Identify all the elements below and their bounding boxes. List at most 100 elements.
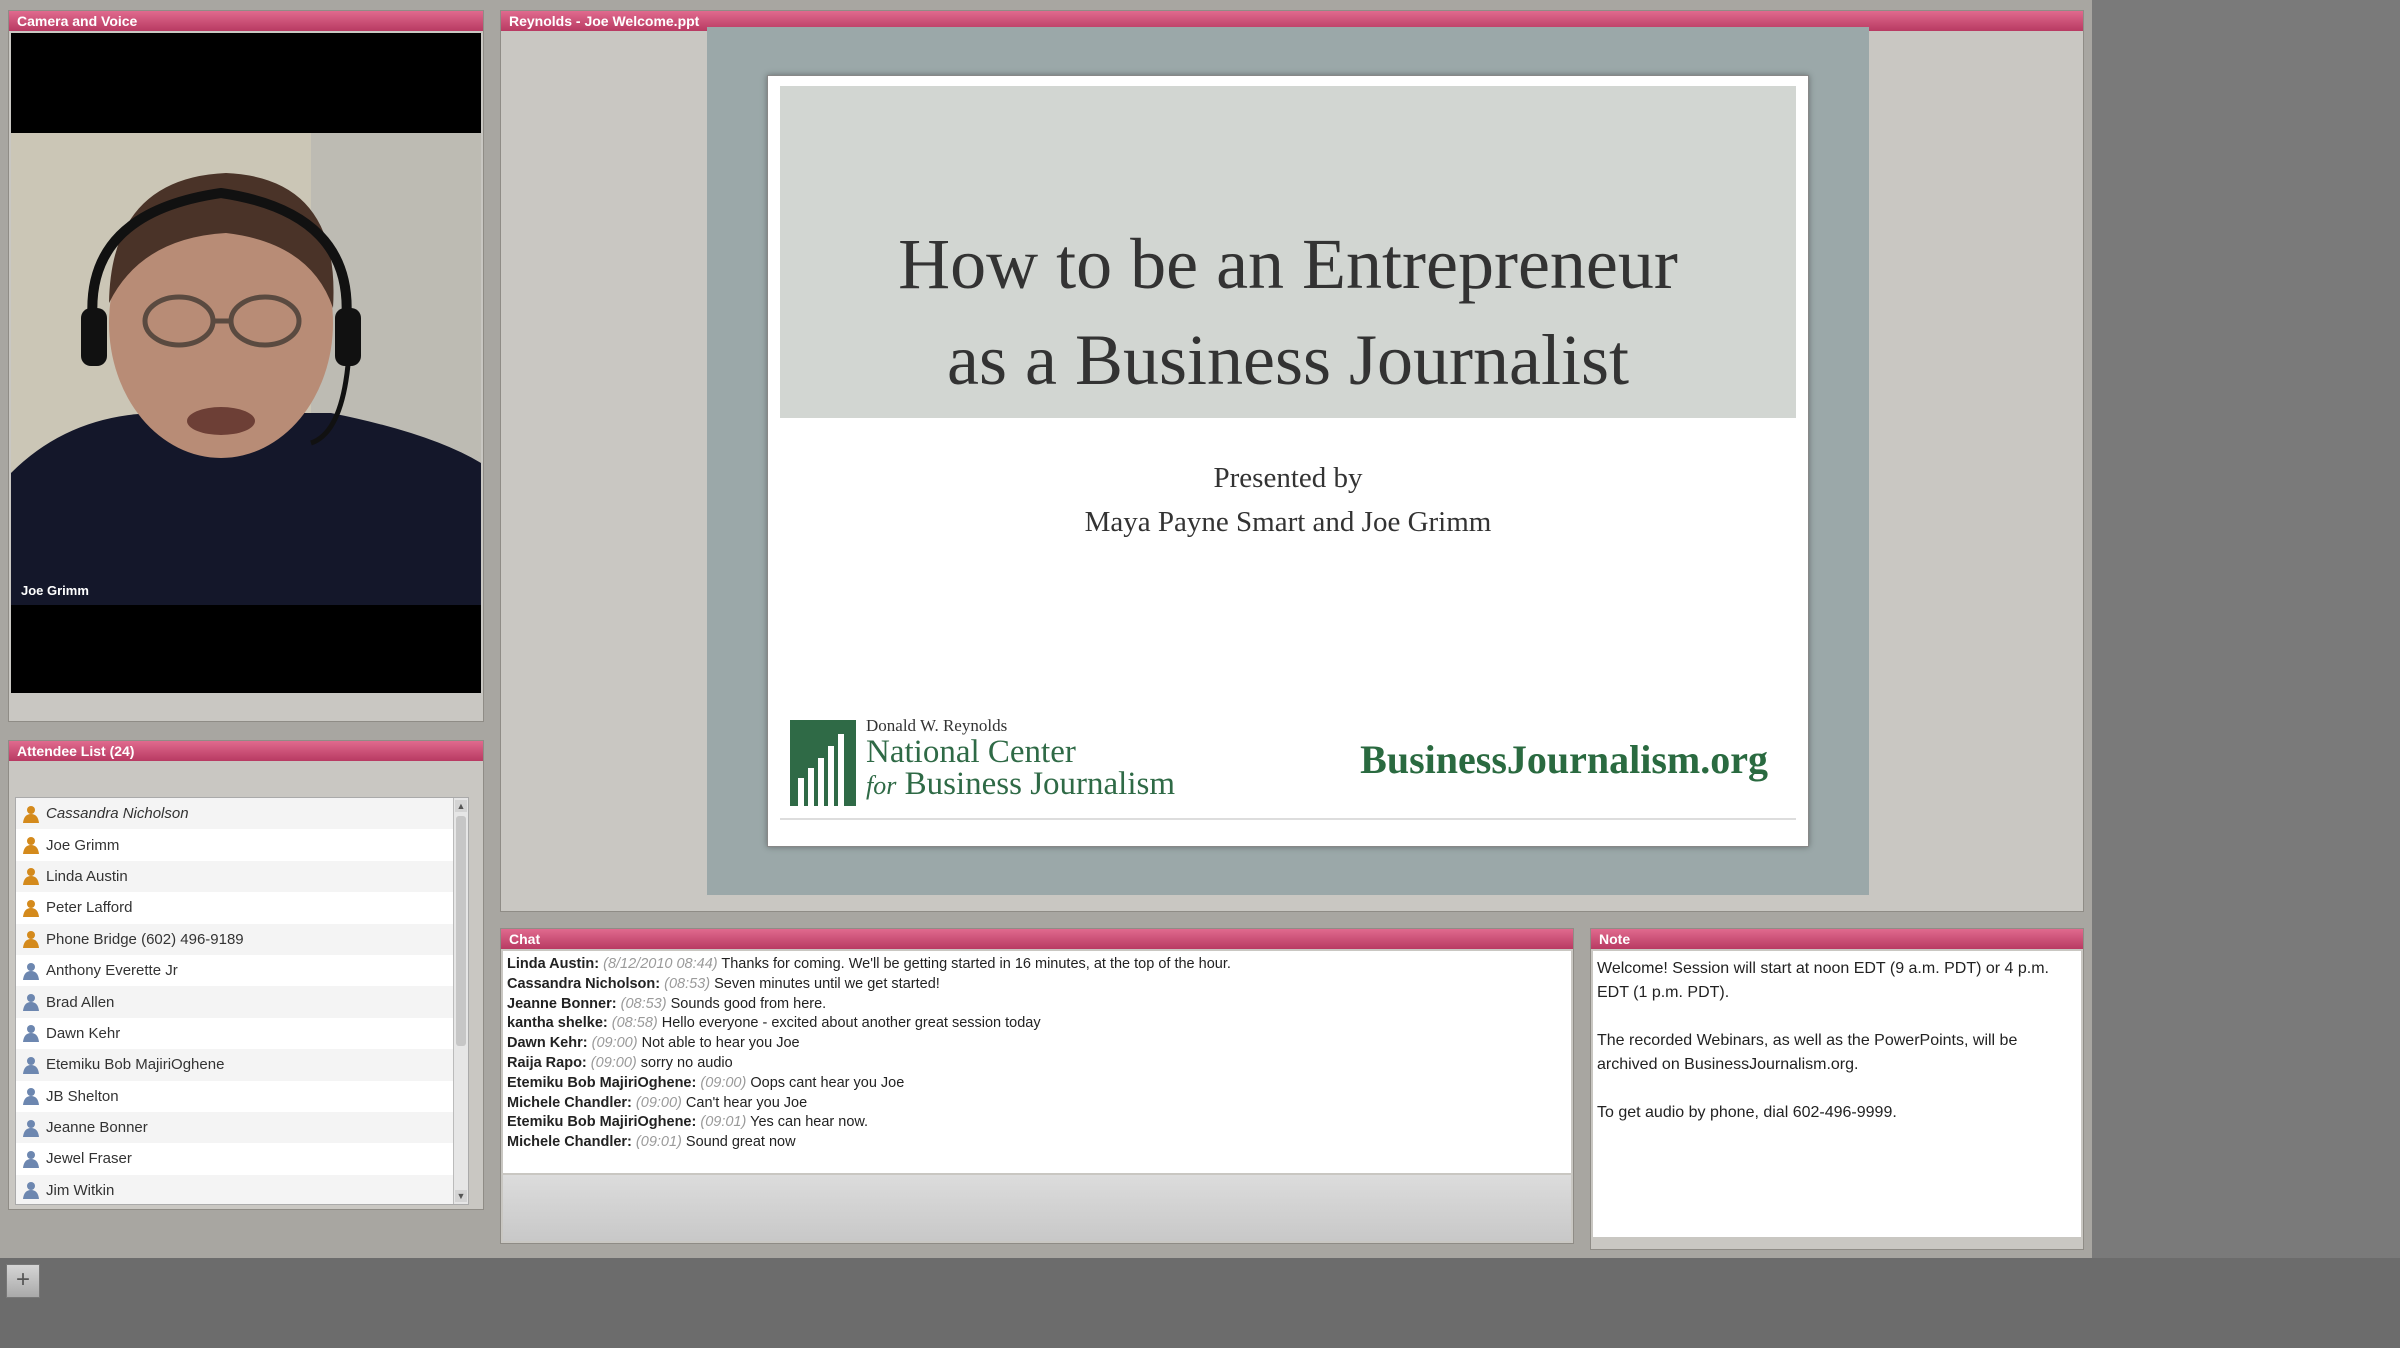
participant-user-icon: [16, 993, 46, 1012]
chat-text: Oops cant hear you Joe: [750, 1074, 905, 1091]
participant-user-icon: [16, 962, 46, 980]
attendee-name: Phone Bridge (602) 496-9189: [46, 930, 244, 948]
attendee-row[interactable]: Phone Bridge (602) 496-9189: [16, 923, 468, 955]
webcam-video: [11, 133, 481, 605]
chat-message: Etemiku Bob MajiriOghene: (09:00) Oops c…: [507, 1074, 1571, 1094]
chat-message: Linda Austin: (8/12/2010 08:44) Thanks f…: [507, 955, 1571, 975]
attendee-name: Joe Grimm: [46, 836, 120, 854]
attendee-name: JB Shelton: [46, 1087, 119, 1105]
chat-author: Michele Chandler:: [507, 1134, 632, 1151]
meeting-window: Camera and Voice Joe Grimm Attendee List…: [0, 0, 2092, 1258]
note-paragraph: To get audio by phone, dial 602-496-9999…: [1597, 1104, 1897, 1121]
chat-author: kantha shelke:: [507, 1015, 608, 1032]
add-pod-button[interactable]: +: [6, 1264, 40, 1298]
attendee-list-pod: Attendee List (24) Cassandra Nicholson Jo…: [8, 740, 484, 1210]
chat-input-area[interactable]: [503, 1175, 1571, 1241]
participant-user-icon: [16, 1024, 46, 1043]
speaker-silhouette: [11, 133, 481, 605]
participant-user-icon: [16, 1056, 46, 1074]
attendee-row[interactable]: JB Shelton: [16, 1081, 468, 1112]
host-user-icon: [16, 805, 46, 823]
attendee-row[interactable]: Jim Witkin: [16, 1174, 468, 1204]
logo-line-2: for Business Journalism: [866, 766, 1175, 803]
participant-user-icon: [16, 1119, 46, 1137]
slide-title-line-1: How to be an Entrepreneur: [898, 224, 1678, 304]
chat-author: Linda Austin:: [507, 956, 600, 972]
logo-line-2-text: Business Journalism: [904, 766, 1176, 802]
scroll-down-arrow-icon[interactable]: ▼: [455, 1190, 467, 1202]
presentation-slide: How to be an Entrepreneur as a Business …: [767, 75, 1809, 847]
chat-timestamp: (08:58): [611, 1015, 658, 1032]
note-pod-title[interactable]: Note: [1591, 929, 2083, 949]
slide-divider: [780, 818, 1796, 820]
attendee-name: Cassandra Nicholson: [46, 805, 189, 823]
presenter-names: Maya Payne Smart and Joe Grimm: [1084, 506, 1492, 538]
attendee-pod-title[interactable]: Attendee List (24): [9, 741, 483, 761]
presented-by-label: Presented by: [1213, 462, 1363, 494]
video-letterbox-bottom: [11, 605, 481, 693]
reynolds-center-logo: Donald W. Reynolds National Center for B…: [790, 710, 1175, 810]
attendee-name: Jeanne Bonner: [46, 1119, 148, 1137]
chat-message: Raija Rapo: (09:00) sorry no audio: [507, 1054, 1571, 1074]
chat-author: Dawn Kehr:: [507, 1035, 588, 1052]
chat-author: Etemiku Bob MajiriOghene:: [507, 1114, 697, 1131]
host-user-icon: [16, 867, 46, 886]
chat-author: Raija Rapo:: [507, 1054, 587, 1071]
chat-timestamp: (09:01): [635, 1134, 682, 1151]
chat-text: sorry no audio: [640, 1054, 733, 1071]
host-user-icon: [16, 836, 46, 855]
camera-pod-title[interactable]: Camera and Voice: [9, 11, 483, 31]
attendee-row[interactable]: Linda Austin: [16, 860, 468, 893]
slide-presenters: Presented by Maya Payne Smart and Joe Gr…: [768, 456, 1808, 544]
chat-message: Michele Chandler: (09:00) Can't hear you…: [507, 1094, 1571, 1114]
attendee-list: Cassandra Nicholson Joe Grimm Linda Austin…: [15, 797, 469, 1205]
chat-author: Etemiku Bob MajiriOghene:: [507, 1074, 697, 1091]
attendee-row[interactable]: Etemiku Bob MajiriOghene: [16, 1049, 468, 1081]
share-pod: Reynolds - Joe Welcome.ppt How to be an …: [500, 10, 2084, 912]
attendee-row[interactable]: Brad Allen: [16, 986, 468, 1018]
attendee-name: Etemiku Bob MajiriOghene: [46, 1056, 225, 1074]
attendee-row[interactable]: Jewel Fraser: [16, 1143, 468, 1174]
speaker-name: Joe Grimm: [21, 583, 89, 598]
bar-chart-logo-icon: [790, 720, 856, 806]
attendee-row[interactable]: Cassandra Nicholson: [16, 798, 468, 830]
camera-voice-pod: Camera and Voice Joe Grimm: [8, 10, 484, 722]
attendee-row[interactable]: Anthony Everette Jr: [16, 955, 468, 986]
chat-author: Michele Chandler:: [507, 1094, 632, 1111]
attendee-name: Linda Austin: [46, 867, 128, 885]
chat-text: Seven minutes until we get started!: [714, 975, 940, 992]
attendee-row[interactable]: Dawn Kehr: [16, 1018, 468, 1049]
chat-text: Hello everyone - excited about another g…: [661, 1015, 1041, 1032]
logo-donor-name: Donald W. Reynolds: [866, 716, 1008, 735]
host-user-icon: [16, 899, 46, 917]
chat-text: Sounds good from here.: [670, 995, 827, 1012]
site-logo: BusinessJournalism.org: [1360, 737, 1768, 782]
participant-user-icon: [16, 1181, 46, 1200]
attendee-row[interactable]: Joe Grimm: [16, 829, 468, 860]
note-content: Welcome! Session will start at noon EDT …: [1593, 951, 2081, 1237]
logo-for: for: [866, 771, 897, 800]
scroll-up-arrow-icon[interactable]: ▲: [455, 800, 467, 812]
attendee-name: Anthony Everette Jr: [46, 962, 178, 980]
attendee-name: Peter Lafford: [46, 899, 133, 917]
scroll-thumb[interactable]: [456, 816, 466, 1046]
attendee-row[interactable]: Jeanne Bonner: [16, 1111, 468, 1144]
chat-pod-title[interactable]: Chat: [501, 929, 1573, 949]
attendee-scrollbar[interactable]: ▲ ▼: [453, 798, 468, 1204]
bottom-bar: [0, 1258, 2400, 1348]
chat-message: Etemiku Bob MajiriOghene: (09:01) Yes ca…: [507, 1113, 1571, 1133]
note-paragraph: The recorded Webinars, as well as the Po…: [1597, 1032, 2018, 1073]
participant-user-icon: [16, 1150, 46, 1168]
slide-stage: How to be an Entrepreneur as a Business …: [707, 27, 1869, 895]
chat-timestamp: (09:01): [700, 1114, 747, 1131]
chat-author: Jeanne Bonner:: [507, 995, 617, 1012]
host-user-icon: [16, 930, 46, 949]
chat-timestamp: (08:53): [664, 975, 711, 992]
attendee-name: Brad Allen: [46, 993, 115, 1011]
note-pod: Note Welcome! Session will start at noon…: [1590, 928, 2084, 1250]
attendee-row[interactable]: Peter Lafford: [16, 892, 468, 923]
attendee-name: Jim Witkin: [46, 1181, 115, 1199]
chat-timestamp: (08:53): [620, 995, 667, 1012]
slide-title: How to be an Entrepreneur as a Business …: [768, 216, 1808, 408]
chat-text: Yes can hear now.: [750, 1114, 869, 1131]
